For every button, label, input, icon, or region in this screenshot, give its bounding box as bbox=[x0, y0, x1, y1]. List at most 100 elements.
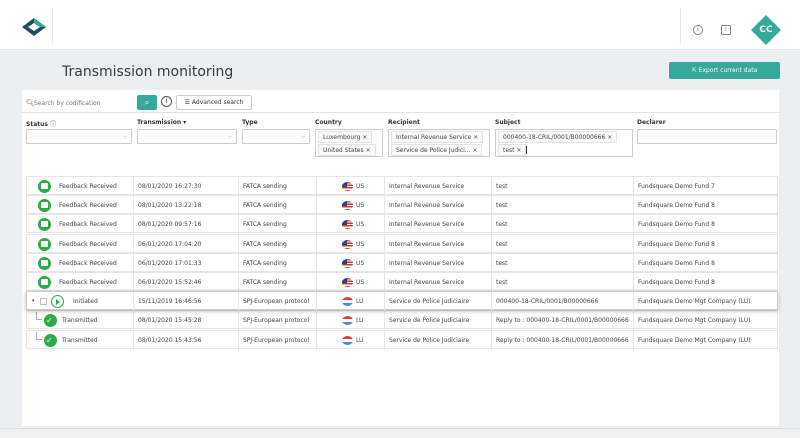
column-separator bbox=[384, 311, 385, 331]
transmission-filter-select[interactable]: ⌵ bbox=[137, 129, 237, 144]
subject-cell: test bbox=[496, 240, 508, 248]
expand-toggle-icon[interactable]: ▾ bbox=[32, 298, 35, 304]
type-filter-select[interactable]: ⌵ bbox=[242, 129, 310, 144]
datetime-cell: 15/11/2019 16:46:56 bbox=[138, 298, 202, 306]
table-row[interactable]: ✓ Transmitted 08/01/2020 15:43:56 SPJ-Europ… bbox=[26, 329, 778, 350]
recipient-filter[interactable]: Internal Revenue Service × Service de Po… bbox=[388, 129, 490, 157]
row-checkbox[interactable] bbox=[40, 298, 47, 306]
subject-cell: test bbox=[496, 202, 508, 210]
subject-tag-test[interactable]: test × bbox=[498, 144, 527, 156]
recipient-tag-spj[interactable]: Service de Police Judici... × bbox=[391, 144, 483, 156]
us-flag-icon bbox=[342, 182, 353, 191]
column-separator bbox=[316, 311, 317, 331]
status-filter-select[interactable]: ⌵ bbox=[26, 129, 132, 144]
column-separator bbox=[238, 215, 239, 235]
newspaper-icon[interactable]: ! bbox=[721, 25, 731, 35]
column-separator bbox=[384, 215, 385, 235]
lu-flag-icon bbox=[342, 316, 353, 326]
subject-tag-cril[interactable]: 000400-18-CRIL/0001/B00000666 × bbox=[498, 131, 618, 143]
export-button[interactable]: ⇱ Export current data bbox=[669, 62, 780, 79]
declarer-filter-input[interactable] bbox=[637, 129, 777, 144]
column-separator bbox=[384, 253, 385, 273]
subject-cell: test bbox=[496, 279, 508, 286]
column-separator bbox=[133, 253, 134, 273]
column-separator bbox=[133, 215, 134, 235]
table-row[interactable]: Feedback Received 08/01/2020 16:27:30 FATC… bbox=[26, 176, 778, 196]
subject-cell: Reply to : 000400-18-CRIL/0001/B00000666 bbox=[496, 336, 629, 344]
recipient-cell: Internal Revenue Service bbox=[389, 279, 465, 286]
table-row[interactable]: ✓ Transmitted 08/01/2020 15:45:28 SPJ-Europ… bbox=[26, 310, 778, 331]
country-tag-united-states[interactable]: United States × bbox=[318, 144, 376, 156]
status-text: Feedback Received bbox=[59, 240, 117, 248]
header-type[interactable]: Type bbox=[242, 119, 258, 126]
country-code: LU bbox=[356, 336, 364, 344]
status-text: Transmitted bbox=[62, 336, 98, 344]
header-recipient[interactable]: Recipient bbox=[388, 119, 420, 126]
app-logo-icon[interactable] bbox=[22, 18, 46, 36]
column-separator bbox=[633, 253, 634, 273]
table-row[interactable]: Feedback Received 08/01/2020 09:57:16 FATC… bbox=[26, 214, 778, 235]
us-flag-icon bbox=[342, 239, 353, 249]
column-separator bbox=[133, 177, 134, 196]
column-separator bbox=[316, 234, 317, 254]
header-subject[interactable]: Subject bbox=[495, 119, 520, 126]
column-separator bbox=[316, 273, 317, 292]
type-cell: SPJ-European protocol bbox=[243, 336, 310, 344]
country-code: US bbox=[356, 183, 365, 190]
country-filter[interactable]: Luxembourg × United States × bbox=[315, 129, 383, 157]
subject-filter[interactable]: 000400-18-CRIL/0001/B00000666 × test × bbox=[495, 129, 633, 157]
recipient-tag-irs[interactable]: Internal Revenue Service × bbox=[391, 131, 484, 143]
table-row[interactable]: Feedback Received 08/01/2020 13:22:18 FATC… bbox=[26, 195, 778, 216]
column-separator bbox=[384, 273, 385, 292]
advanced-search-button[interactable]: ☰ Advanced search bbox=[176, 95, 252, 110]
topbar-divider bbox=[52, 8, 53, 44]
column-separator bbox=[633, 177, 634, 196]
declarer-cell: Fundsquare Demo Mgt Company (LU) bbox=[638, 298, 751, 306]
country-tag-luxembourg[interactable]: Luxembourg × bbox=[318, 131, 373, 143]
country-code: LU bbox=[356, 317, 364, 325]
column-separator bbox=[238, 177, 239, 196]
table-row[interactable]: ▾ Initiated 15/11/2019 16:46:56 SPJ-Europea… bbox=[26, 291, 778, 312]
recipient-cell: Service de Police Judiciaire bbox=[389, 336, 470, 344]
country-code: US bbox=[356, 259, 365, 267]
header-country[interactable]: Country bbox=[315, 119, 342, 126]
column-separator bbox=[384, 196, 385, 216]
divider bbox=[22, 112, 780, 113]
column-separator bbox=[238, 273, 239, 292]
header-transmission[interactable]: Transmission ▾ bbox=[137, 119, 186, 126]
horizontal-scrollbar[interactable] bbox=[0, 428, 800, 438]
lu-flag-icon bbox=[342, 335, 353, 345]
table-row[interactable]: Feedback Received 06/01/2020 17:04:20 FATC… bbox=[26, 233, 778, 254]
table-row[interactable]: Feedback Received 06/01/2020 15:52:46 FATC… bbox=[26, 272, 778, 292]
column-separator bbox=[238, 311, 239, 331]
page-header: Transmission monitoring bbox=[22, 52, 780, 86]
info-icon[interactable]: i bbox=[693, 25, 703, 35]
column-separator bbox=[133, 330, 134, 350]
sliders-icon: ☰ bbox=[184, 99, 192, 106]
search-input[interactable] bbox=[34, 96, 134, 110]
user-initials[interactable]: CC bbox=[751, 15, 781, 45]
column-separator bbox=[384, 292, 385, 312]
datetime-cell: 08/01/2020 09:57:16 bbox=[138, 221, 202, 229]
header-declarer[interactable]: Declarer bbox=[637, 119, 666, 126]
header-status[interactable]: Status ⓘ bbox=[26, 119, 56, 128]
column-separator bbox=[133, 292, 134, 312]
feedback-received-icon bbox=[38, 237, 51, 251]
help-icon[interactable]: ⓘ bbox=[50, 121, 56, 128]
column-separator bbox=[633, 330, 634, 350]
column-separator bbox=[384, 330, 385, 350]
chevron-down-icon: ⌵ bbox=[122, 133, 127, 140]
column-separator bbox=[491, 177, 492, 196]
column-separator bbox=[491, 292, 492, 312]
column-separator bbox=[384, 177, 385, 196]
type-cell: FATCA sending bbox=[243, 202, 287, 210]
search-box[interactable]: 🔍︎ bbox=[26, 96, 134, 110]
topbar-divider bbox=[680, 8, 681, 44]
table-row[interactable]: Feedback Received 06/01/2020 17:01:33 FATC… bbox=[26, 252, 778, 273]
us-flag-icon bbox=[342, 201, 353, 211]
subject-cell: 000400-18-CRIL/0001/B00000666 bbox=[496, 298, 599, 306]
transmitted-check-icon: ✓ bbox=[44, 333, 57, 347]
search-button[interactable]: ⌕ bbox=[137, 95, 157, 110]
search-info-icon[interactable]: i bbox=[161, 96, 172, 107]
type-cell: FATCA sending bbox=[243, 279, 287, 286]
